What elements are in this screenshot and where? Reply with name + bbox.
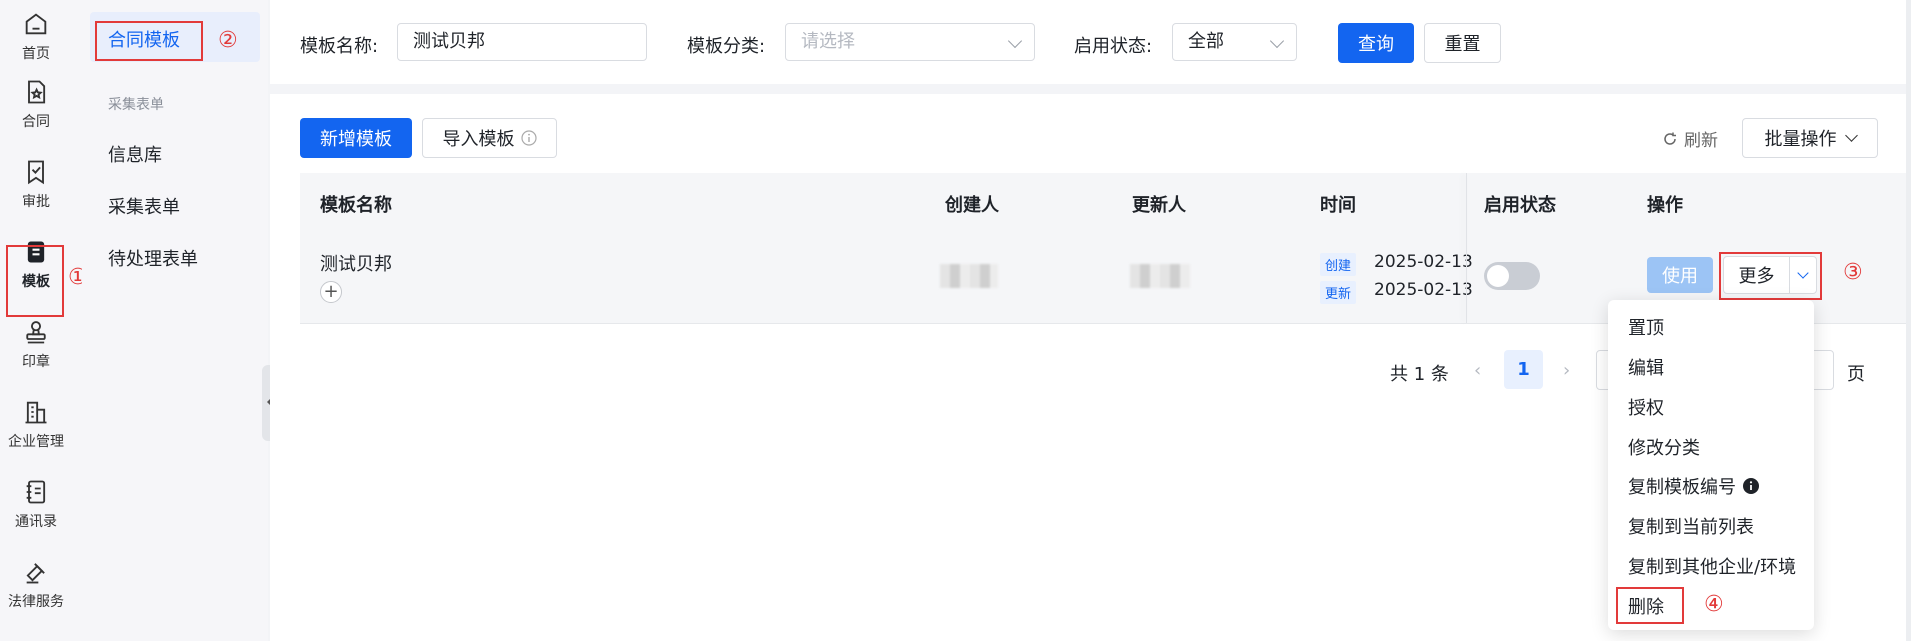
updated-time: 2025-02-13 xyxy=(1374,280,1473,300)
template-name-input[interactable]: 测试贝邦 xyxy=(397,23,647,61)
info-filled-icon xyxy=(1743,478,1759,494)
pager-total: 共 1 条 xyxy=(1390,364,1449,385)
menu-item-edit[interactable]: 编辑 xyxy=(1628,354,1664,380)
add-template-button[interactable]: 新增模板 xyxy=(300,118,412,158)
menu-item-label: 复制模板编号 xyxy=(1628,477,1736,498)
rail-item-legal[interactable]: 法律服务 xyxy=(0,548,72,620)
subnav-item-pending-form[interactable]: 待处理表单 xyxy=(108,245,198,271)
rail-label: 合同 xyxy=(22,113,50,130)
rail-label: 首页 xyxy=(22,45,50,62)
rail-label: 通讯录 xyxy=(15,513,57,530)
col-header-creator: 创建人 xyxy=(945,195,999,216)
plus-icon: + xyxy=(323,281,339,302)
updater-redacted xyxy=(1130,264,1190,288)
refresh-icon xyxy=(1664,132,1676,145)
chevron-right-icon: › xyxy=(1563,360,1571,381)
contract-icon xyxy=(28,80,46,103)
status-label: 启用状态: xyxy=(1074,36,1153,57)
annotation-box-1 xyxy=(6,245,64,317)
filter-bar: 模板名称: 测试贝邦 模板分类: 请选择 启用状态: 全部 查询 重置 xyxy=(270,0,1911,94)
building-icon xyxy=(25,401,47,423)
col-header-status: 启用状态 xyxy=(1484,195,1556,216)
template-name-label: 模板名称: xyxy=(300,36,379,57)
menu-item-change-category[interactable]: 修改分类 xyxy=(1628,434,1700,460)
subnav-group-label: 采集表单 xyxy=(108,97,164,113)
chevron-down-icon xyxy=(1007,33,1023,49)
secondary-nav: 合同模板 采集表单 信息库 采集表单 待处理表单 xyxy=(82,0,268,641)
menu-item-copy-template-id[interactable]: 复制模板编号 xyxy=(1628,473,1760,499)
col-header-updater: 更新人 xyxy=(1132,195,1186,216)
query-button[interactable]: 查询 xyxy=(1338,23,1414,63)
rail-label: 法律服务 xyxy=(8,593,64,610)
left-rail: 首页 合同 审批 模板 印章 企业管理 通讯录 法律服务 xyxy=(0,0,82,641)
enable-toggle[interactable] xyxy=(1484,262,1540,290)
pager-suffix: 页 xyxy=(1847,364,1865,385)
status-value: 全部 xyxy=(1188,31,1224,52)
import-template-button[interactable]: 导入模板 xyxy=(422,118,557,158)
import-label: 导入模板 xyxy=(442,129,515,150)
legal-icon xyxy=(26,562,45,583)
menu-item-pin-top[interactable]: 置顶 xyxy=(1628,314,1664,340)
template-category-label: 模板分类: xyxy=(687,36,766,57)
created-tag: 创建 xyxy=(1320,253,1357,276)
toggle-knob xyxy=(1487,265,1509,287)
created-time: 2025-02-13 xyxy=(1374,252,1473,272)
annotation-number-3: ③ xyxy=(1843,260,1863,285)
fixed-column-shadow xyxy=(1466,173,1467,323)
refresh-button[interactable]: 刷新 xyxy=(1662,126,1718,151)
rail-item-contacts[interactable]: 通讯录 xyxy=(0,468,72,540)
rail-item-enterprise[interactable]: 企业管理 xyxy=(0,388,72,460)
category-placeholder: 请选择 xyxy=(801,31,855,52)
contacts-icon xyxy=(26,480,46,503)
menu-item-copy-to-current-list[interactable]: 复制到当前列表 xyxy=(1628,513,1754,539)
col-header-name: 模板名称 xyxy=(320,195,392,216)
chevron-down-icon xyxy=(1844,129,1858,142)
annotation-number-2: ② xyxy=(218,28,238,53)
rail-label: 审批 xyxy=(22,193,50,210)
row-template-name: 测试贝邦 xyxy=(320,254,392,275)
annotation-box-4 xyxy=(1616,587,1684,624)
pager-prev[interactable]: ‹ xyxy=(1474,360,1481,381)
rail-item-home[interactable]: 首页 xyxy=(0,0,72,72)
subnav-item-info-library[interactable]: 信息库 xyxy=(108,141,162,167)
annotation-box-3 xyxy=(1719,252,1822,300)
status-select[interactable]: 全部 xyxy=(1172,23,1297,61)
chevron-left-icon: ‹ xyxy=(1474,360,1482,381)
rail-item-approval[interactable]: 审批 xyxy=(0,148,72,220)
annotation-box-2 xyxy=(95,21,203,61)
home-icon xyxy=(25,13,47,34)
creator-redacted xyxy=(940,264,998,288)
more-actions-menu: 置顶 编辑 授权 修改分类 复制模板编号 复制到当前列表 复制到其他企业/环境 … xyxy=(1608,300,1814,630)
reset-button[interactable]: 重置 xyxy=(1424,23,1501,63)
refresh-label: 刷新 xyxy=(1684,131,1718,151)
rail-label: 印章 xyxy=(22,353,50,370)
add-tag-button[interactable]: + xyxy=(320,281,342,303)
template-category-select[interactable]: 请选择 xyxy=(785,23,1035,61)
batch-label: 批量操作 xyxy=(1764,129,1837,150)
updated-tag: 更新 xyxy=(1320,281,1357,304)
info-circle-icon xyxy=(520,130,537,146)
batch-operation-button[interactable]: 批量操作 xyxy=(1742,118,1878,158)
menu-item-authorize[interactable]: 授权 xyxy=(1628,394,1664,420)
rail-item-seal[interactable]: 印章 xyxy=(0,308,72,380)
col-header-time: 时间 xyxy=(1320,195,1356,216)
col-header-actions: 操作 xyxy=(1647,195,1683,216)
seal-icon xyxy=(26,320,46,343)
page-scrollbar[interactable] xyxy=(1906,0,1911,641)
chevron-down-icon xyxy=(1269,33,1285,49)
approval-icon xyxy=(28,160,44,184)
pager-next[interactable]: › xyxy=(1563,360,1570,381)
subnav-item-collect-form[interactable]: 采集表单 xyxy=(108,193,180,219)
rail-item-contract[interactable]: 合同 xyxy=(0,68,72,140)
pager-page-1[interactable]: 1 xyxy=(1504,350,1543,389)
rail-label: 企业管理 xyxy=(8,433,64,450)
menu-item-copy-to-other-enterprise[interactable]: 复制到其他企业/环境 xyxy=(1628,553,1796,579)
use-button[interactable]: 使用 xyxy=(1647,257,1713,293)
annotation-number-4: ④ xyxy=(1704,592,1724,617)
